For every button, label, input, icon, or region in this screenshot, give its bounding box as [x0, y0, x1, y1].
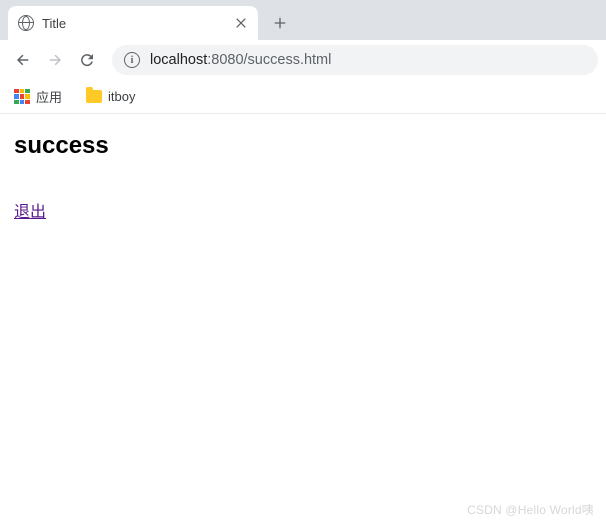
bookmark-folder-itboy[interactable]: itboy — [82, 85, 139, 108]
url-path: /success.html — [244, 52, 332, 68]
tab-title: Title — [42, 16, 226, 31]
apps-label: 应用 — [36, 87, 62, 106]
url-port: :8080 — [207, 52, 243, 68]
bookmark-label: itboy — [108, 89, 135, 104]
apps-grid-icon — [14, 89, 30, 105]
reload-button[interactable] — [72, 45, 102, 75]
logout-link[interactable]: 退出 — [14, 204, 46, 221]
browser-tab-active[interactable]: Title — [8, 6, 258, 40]
apps-shortcut[interactable]: 应用 — [10, 83, 66, 110]
close-tab-button[interactable] — [234, 16, 248, 30]
back-button[interactable] — [8, 45, 38, 75]
forward-button[interactable] — [40, 45, 70, 75]
folder-icon — [86, 90, 102, 103]
browser-tab-bar: Title — [0, 0, 606, 40]
page-heading: success — [14, 132, 592, 160]
browser-toolbar: localhost:8080/success.html — [0, 40, 606, 80]
url-text: localhost:8080/success.html — [150, 52, 331, 68]
new-tab-button[interactable] — [266, 9, 294, 37]
url-host: localhost — [150, 52, 207, 68]
watermark-text: CSDN @Hello World咦 — [467, 501, 594, 518]
bookmark-bar: 应用 itboy — [0, 80, 606, 114]
site-info-icon[interactable] — [124, 52, 140, 68]
globe-icon — [18, 15, 34, 31]
address-bar[interactable]: localhost:8080/success.html — [112, 45, 598, 75]
page-content: success 退出 — [0, 114, 606, 240]
